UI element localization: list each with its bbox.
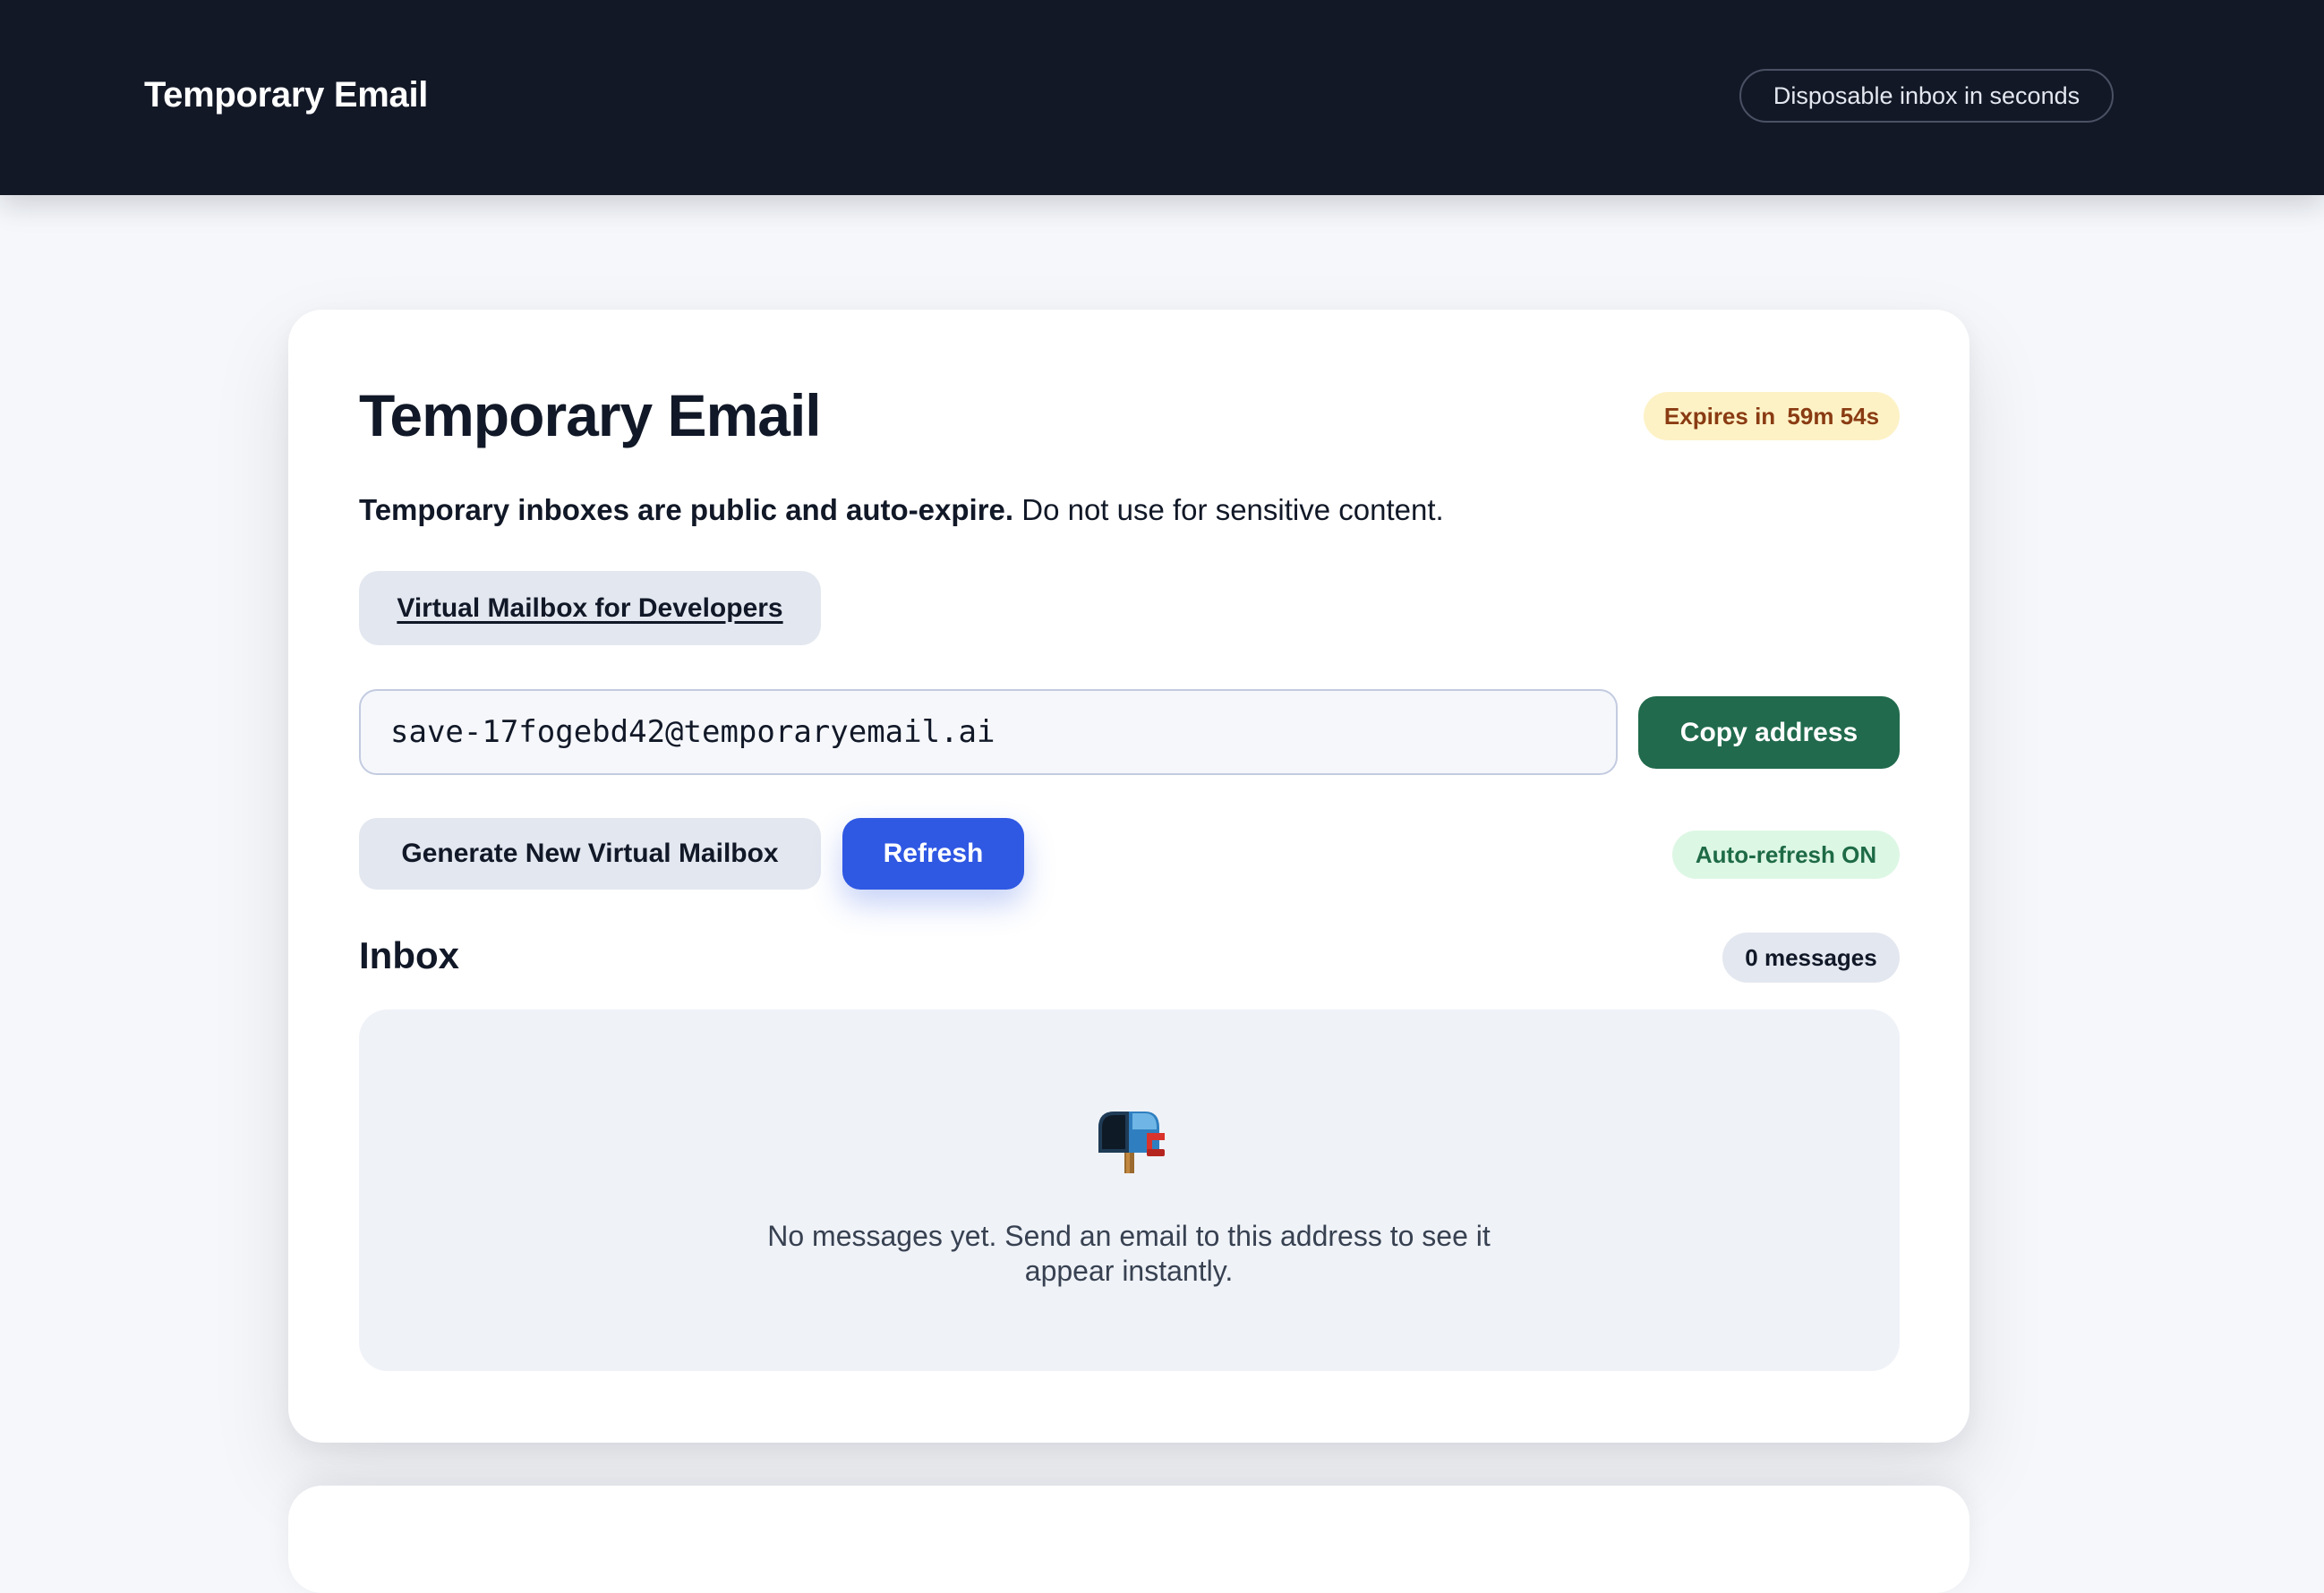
expiry-badge: Expires in 59m 54s	[1644, 392, 1900, 440]
developers-link-button[interactable]: Virtual Mailbox for Developers	[359, 571, 821, 645]
privacy-notice: Temporary inboxes are public and auto-ex…	[359, 493, 1444, 527]
expiry-label: Expires in	[1663, 403, 1776, 430]
copy-address-button[interactable]: Copy address	[1638, 696, 1900, 769]
secondary-card	[288, 1486, 1969, 1593]
brand-name[interactable]: Temporary Email	[144, 75, 428, 115]
auto-refresh-badge[interactable]: Auto-refresh ON	[1672, 831, 1900, 879]
privacy-notice-text: Do not use for sensitive content.	[1013, 493, 1444, 526]
refresh-button[interactable]: Refresh	[842, 818, 1024, 890]
privacy-notice-emphasis: Temporary inboxes are public and auto-ex…	[359, 493, 1014, 526]
expiry-countdown: 59m 54s	[1787, 403, 1880, 430]
inbox-empty-state: No messages yet. Send an email to this a…	[359, 1009, 1900, 1371]
generate-mailbox-button[interactable]: Generate New Virtual Mailbox	[359, 818, 821, 890]
empty-inbox-message: No messages yet. Send an email to this a…	[767, 1220, 1491, 1287]
mailbox-icon	[1098, 1112, 1165, 1173]
mailbox-card: Temporary Email Expires in 59m 54s Tempo…	[288, 310, 1969, 1443]
message-count-badge: 0 messages	[1722, 933, 1900, 983]
top-bar: Temporary Email Disposable inbox in seco…	[0, 0, 2324, 195]
tagline-pill: Disposable inbox in seconds	[1739, 69, 2114, 123]
inbox-heading: Inbox	[359, 934, 459, 976]
email-address-field[interactable]: save-17fogebd42@temporaryemail.ai	[359, 689, 1618, 775]
page-title: Temporary Email	[359, 382, 822, 448]
